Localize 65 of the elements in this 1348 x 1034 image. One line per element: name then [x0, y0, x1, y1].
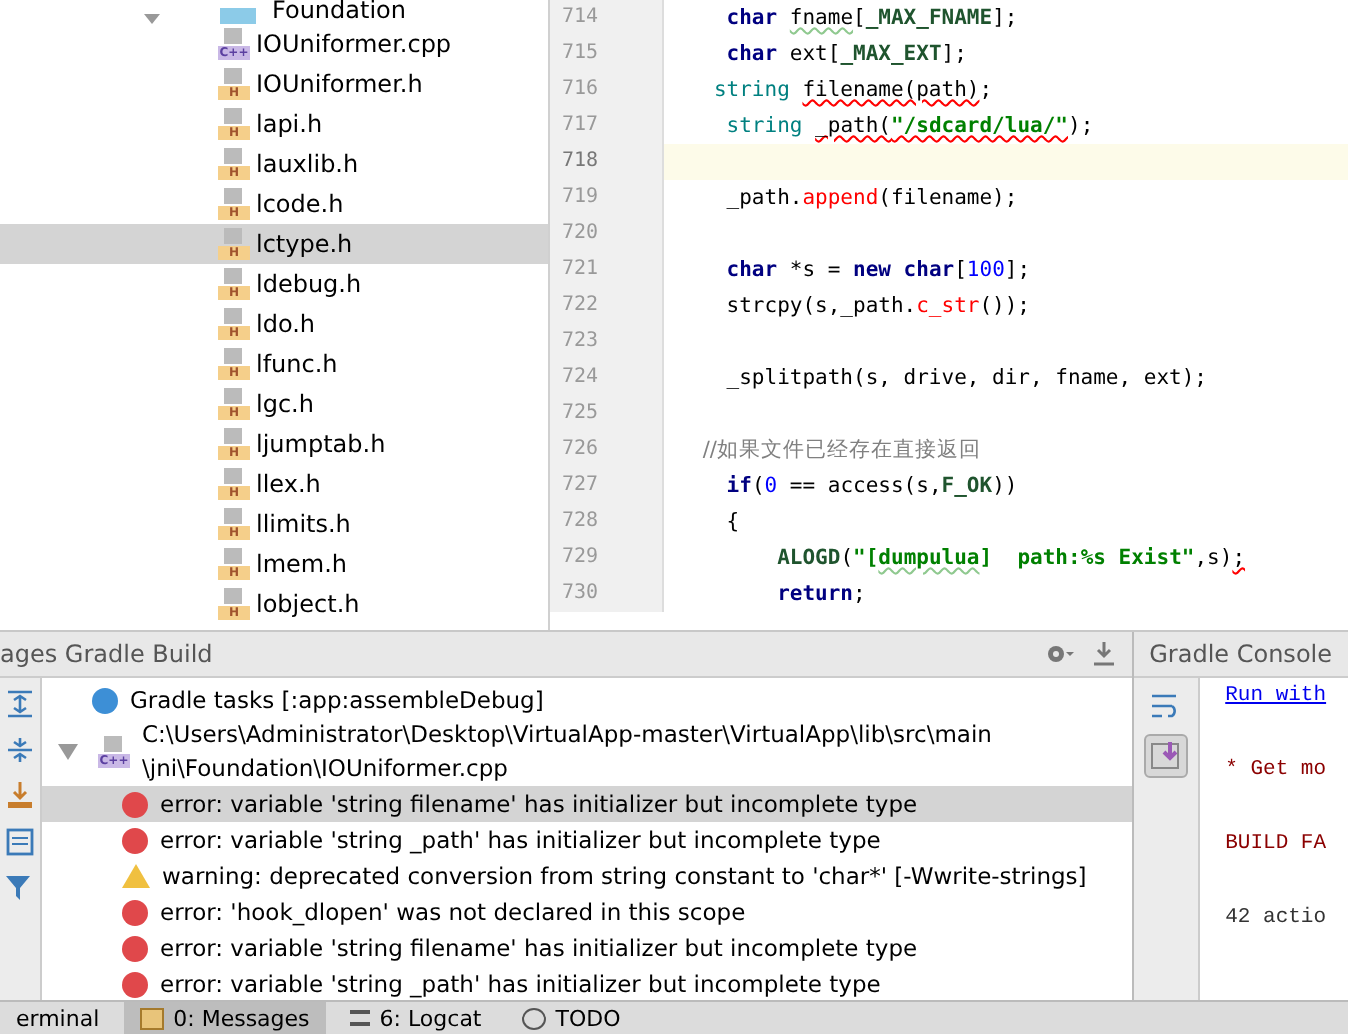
collapse-all-icon[interactable]: [6, 736, 34, 764]
code-line: //如果文件已经存在直接返回: [700, 436, 981, 464]
line-number: 717: [550, 108, 664, 144]
error-icon: [122, 791, 148, 817]
message-row[interactable]: error: variable 'string _path' has initializer but incomplete type: [42, 822, 1132, 858]
line-number: 726: [550, 432, 664, 468]
line-number: 725: [550, 396, 664, 432]
line-number: 730: [550, 576, 664, 612]
message-row[interactable]: error: variable 'string filename' has initializer but incomplete type: [42, 930, 1132, 966]
code-line: char ext[_MAX_EXT];: [724, 42, 967, 66]
error-icon: [122, 935, 148, 961]
console-line: 42 actio: [1225, 906, 1327, 930]
download-icon[interactable]: [1091, 642, 1116, 666]
folder-name[interactable]: Foundation: [272, 0, 406, 24]
line-number: 718: [550, 144, 664, 180]
expand-all-icon[interactable]: [6, 690, 34, 718]
code-line: if(0 == access(s,F_OK)): [724, 474, 1018, 498]
code-line: _path.append(filename);: [724, 186, 1018, 210]
code-line: _splitpath(s, drive, dir, fname, ext);: [724, 366, 1208, 390]
gear-icon[interactable]: [1043, 642, 1076, 666]
error-icon: [122, 827, 148, 853]
expand-arrow-icon[interactable]: [58, 744, 78, 760]
export-icon[interactable]: [6, 782, 34, 810]
tool-window-tab[interactable]: TODO: [505, 1002, 637, 1034]
console-link[interactable]: Run with: [1225, 684, 1327, 708]
filter-icon[interactable]: [6, 874, 34, 902]
console-line: BUILD FA: [1225, 832, 1327, 856]
line-number: 724: [550, 360, 664, 396]
error-icon: [122, 971, 148, 997]
line-number: 715: [550, 36, 664, 72]
expand-arrow-icon[interactable]: [144, 14, 160, 24]
console-line: * Get mo: [1225, 758, 1327, 782]
message-row[interactable]: error: 'hook_dlopen' was not declared in this scope: [42, 894, 1132, 930]
panel-title: Gradle Console: [1147, 640, 1332, 668]
line-number: 723: [550, 324, 664, 360]
code-line: {: [724, 510, 740, 534]
line-number: 728: [550, 504, 664, 540]
preview-icon[interactable]: [6, 828, 34, 856]
line-number: 722: [550, 288, 664, 324]
error-icon: [122, 899, 148, 925]
code-line: strcpy(s,_path.c_str());: [724, 294, 1031, 318]
panel-title: ages Gradle Build: [0, 640, 215, 668]
message-row[interactable]: error: variable 'string filename' has initializer but incomplete type: [42, 786, 1132, 822]
line-number: 714: [550, 0, 664, 36]
scroll-to-end-icon[interactable]: [1143, 734, 1188, 778]
tool-window-tab[interactable]: erminal: [0, 1002, 116, 1034]
message-row[interactable]: error: variable 'string _path' has initializer but incomplete type: [42, 966, 1132, 1000]
line-number: 727: [550, 468, 664, 504]
line-number: 721: [550, 252, 664, 288]
code-line: return;: [775, 582, 866, 606]
code-line: string filename(path);: [711, 78, 993, 102]
tool-window-tab[interactable]: 6: Logcat: [333, 1002, 498, 1034]
code-line: char fname[_MAX_FNAME];: [724, 6, 1018, 30]
line-number: 720: [550, 216, 664, 252]
folder-icon: [220, 8, 256, 24]
soft-wrap-icon[interactable]: [1149, 690, 1182, 722]
info-icon: [92, 687, 118, 713]
code-line: char *s = new char[100];: [724, 258, 1031, 282]
code-line: ALOGD("[dumpulua] path:%s Exist",s);: [775, 546, 1246, 570]
line-number: 729: [550, 540, 664, 576]
message-row[interactable]: Gradle tasks [:app:assembleDebug]: [42, 682, 1132, 718]
code-line: string _path("/sdcard/lua/");: [724, 114, 1094, 138]
line-number: 719: [550, 180, 664, 216]
line-number: 716: [550, 72, 664, 108]
tool-window-tab[interactable]: 0: Messages: [123, 1002, 326, 1034]
